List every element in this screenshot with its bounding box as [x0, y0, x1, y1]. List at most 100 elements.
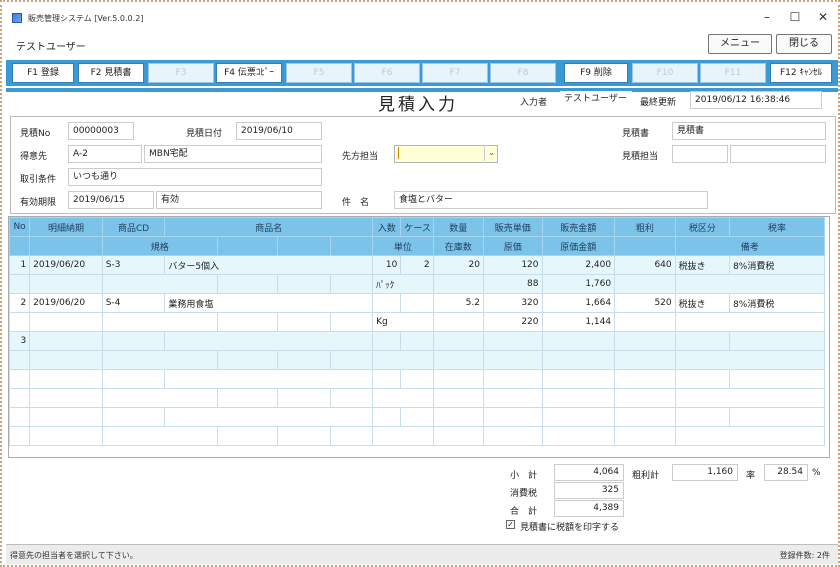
- expiry-status: 有効: [156, 191, 322, 209]
- f10-button[interactable]: F10: [632, 63, 698, 83]
- last-updated-value: 2019/06/12 16:38:46: [690, 91, 822, 109]
- f2-quote-button[interactable]: F2 見積書: [78, 63, 144, 83]
- f5-button[interactable]: F5: [286, 63, 352, 83]
- cell-qty[interactable]: 5.2: [432, 293, 485, 313]
- last-updated-label: 最終更新: [640, 98, 677, 108]
- cell-irisu[interactable]: [372, 293, 402, 313]
- cell-profit[interactable]: 640: [614, 255, 676, 275]
- col-tax-rate: 税率: [729, 217, 825, 237]
- quote-date-field[interactable]: 2019/06/10: [236, 122, 322, 140]
- col-price: 販売単価: [483, 217, 543, 237]
- quote-no-field[interactable]: 00000003: [68, 122, 134, 140]
- cell-note[interactable]: [674, 312, 826, 332]
- cell-tax-rate[interactable]: 8%消費税: [729, 255, 825, 275]
- cell-tax-type[interactable]: 税抜き: [674, 255, 731, 275]
- cell-amount[interactable]: 1,664: [541, 293, 616, 313]
- cell-stock[interactable]: [432, 312, 485, 332]
- print-tax-label: 見積書に税額を印字する: [520, 523, 620, 533]
- customer-label: 得意先: [20, 152, 48, 162]
- cell-name[interactable]: バター5個入: [164, 255, 374, 275]
- cell-unit[interactable]: ﾊﾟｯｸ: [372, 274, 434, 294]
- user-name: テストユーザー: [16, 42, 86, 53]
- profit-total-label: 粗利計: [632, 471, 660, 481]
- subject-field[interactable]: 食塩とバター: [394, 191, 708, 209]
- customer-code-field[interactable]: A-2: [68, 145, 142, 163]
- cell-stock[interactable]: [432, 274, 485, 294]
- table-row[interactable]: Kg 220 1,144: [9, 312, 826, 332]
- cell-date[interactable]: 2019/06/20: [29, 255, 103, 275]
- cell-profit[interactable]: 520: [614, 293, 676, 313]
- status-message: 得意先の担当者を選択して下さい。: [10, 551, 138, 560]
- col-spec: 規格: [101, 236, 218, 256]
- cell-unit[interactable]: Kg: [372, 312, 434, 332]
- page-title: 見積入力: [378, 95, 458, 115]
- terms-field[interactable]: いつも通り: [68, 168, 322, 186]
- quote-staff-label: 見積担当: [622, 152, 659, 162]
- menu-button[interactable]: メニュー: [708, 34, 772, 54]
- cell-tax-rate[interactable]: 8%消費税: [729, 293, 825, 313]
- f8-button[interactable]: F8: [490, 63, 556, 83]
- cell-code[interactable]: S-4: [101, 293, 166, 313]
- f11-button[interactable]: F11: [700, 63, 766, 83]
- cell-name[interactable]: 業務用食塩: [164, 293, 374, 313]
- f7-button[interactable]: F7: [422, 63, 488, 83]
- cell-price[interactable]: 320: [483, 293, 543, 313]
- quote-doc-label: 見積書: [622, 129, 650, 139]
- customer-name-field: MBN宅配: [144, 145, 322, 163]
- cell-spec[interactable]: [101, 274, 218, 294]
- cell-cost[interactable]: 88: [483, 274, 543, 294]
- app-window: 販売管理システム [Ver.5.0.0.2] – ☐ ✕ テストユーザー メニュ…: [0, 0, 840, 567]
- table-row[interactable]: 3: [9, 331, 825, 351]
- minimize-button[interactable]: –: [754, 8, 780, 26]
- maximize-button[interactable]: ☐: [782, 8, 808, 26]
- cell-irisu[interactable]: 10: [372, 255, 402, 275]
- cell-tax-type[interactable]: 税抜き: [674, 293, 731, 313]
- cell-cost[interactable]: 220: [483, 312, 543, 332]
- f3-button[interactable]: F3: [148, 63, 214, 83]
- input-by-label: 入力者: [520, 98, 548, 108]
- cell-note[interactable]: [674, 274, 826, 294]
- table-row[interactable]: [9, 388, 826, 408]
- cell-price[interactable]: 120: [483, 255, 543, 275]
- cell-qty[interactable]: 20: [432, 255, 485, 275]
- f6-button[interactable]: F6: [354, 63, 420, 83]
- cell-spec[interactable]: [101, 312, 218, 332]
- quote-staff-name: [730, 145, 826, 163]
- cell-date[interactable]: 2019/06/20: [29, 293, 103, 313]
- cell-code[interactable]: S-3: [101, 255, 166, 275]
- quote-staff-code[interactable]: [672, 145, 728, 163]
- table-row[interactable]: [9, 426, 826, 446]
- cell-no[interactable]: 2: [9, 293, 31, 313]
- rate-label: 率: [746, 471, 756, 481]
- print-tax-checkbox[interactable]: ✓: [506, 520, 515, 529]
- close-button[interactable]: 閉じる: [776, 34, 832, 54]
- cell-no[interactable]: 1: [9, 255, 31, 275]
- f9-delete-button[interactable]: F9 削除: [564, 63, 628, 83]
- table-row[interactable]: ﾊﾟｯｸ 88 1,760: [9, 274, 826, 294]
- f12-cancel-button[interactable]: F12 ｷｬﾝｾﾙ: [770, 63, 832, 83]
- total-label: 合 計: [510, 507, 538, 517]
- close-window-button[interactable]: ✕: [810, 8, 836, 26]
- table-row[interactable]: [9, 369, 825, 389]
- table-row[interactable]: [9, 407, 825, 427]
- cell-cost-amount[interactable]: 1,144: [541, 312, 616, 332]
- f4-copy-button[interactable]: F4 伝票ｺﾋﾟｰ: [216, 63, 282, 83]
- col-irisu: 入数: [372, 217, 402, 237]
- col-date: 明細納期: [29, 217, 103, 237]
- cell-case[interactable]: 2: [400, 255, 434, 275]
- col-tax-type: 税区分: [674, 217, 731, 237]
- table-row[interactable]: 1 2019/06/20 S-3 バター5個入 10 2 20 120 2,40…: [9, 255, 825, 275]
- col-note: 備考: [674, 236, 826, 256]
- cell-case[interactable]: [400, 293, 434, 313]
- quote-doc-field[interactable]: 見積書: [672, 122, 826, 140]
- cell-cost-amount[interactable]: 1,760: [541, 274, 616, 294]
- cell-no[interactable]: 3: [9, 331, 31, 351]
- cell-amount[interactable]: 2,400: [541, 255, 616, 275]
- table-row[interactable]: [9, 350, 826, 370]
- f1-register-button[interactable]: F1 登録: [12, 63, 74, 83]
- table-row[interactable]: 2 2019/06/20 S-4 業務用食塩 5.2 320 1,664 520…: [9, 293, 825, 313]
- app-title: 販売管理システム [Ver.5.0.0.2]: [28, 13, 144, 23]
- expiry-label: 有効期限: [20, 198, 57, 208]
- contact-select[interactable]: [394, 145, 498, 163]
- expiry-field[interactable]: 2019/06/15: [68, 191, 154, 209]
